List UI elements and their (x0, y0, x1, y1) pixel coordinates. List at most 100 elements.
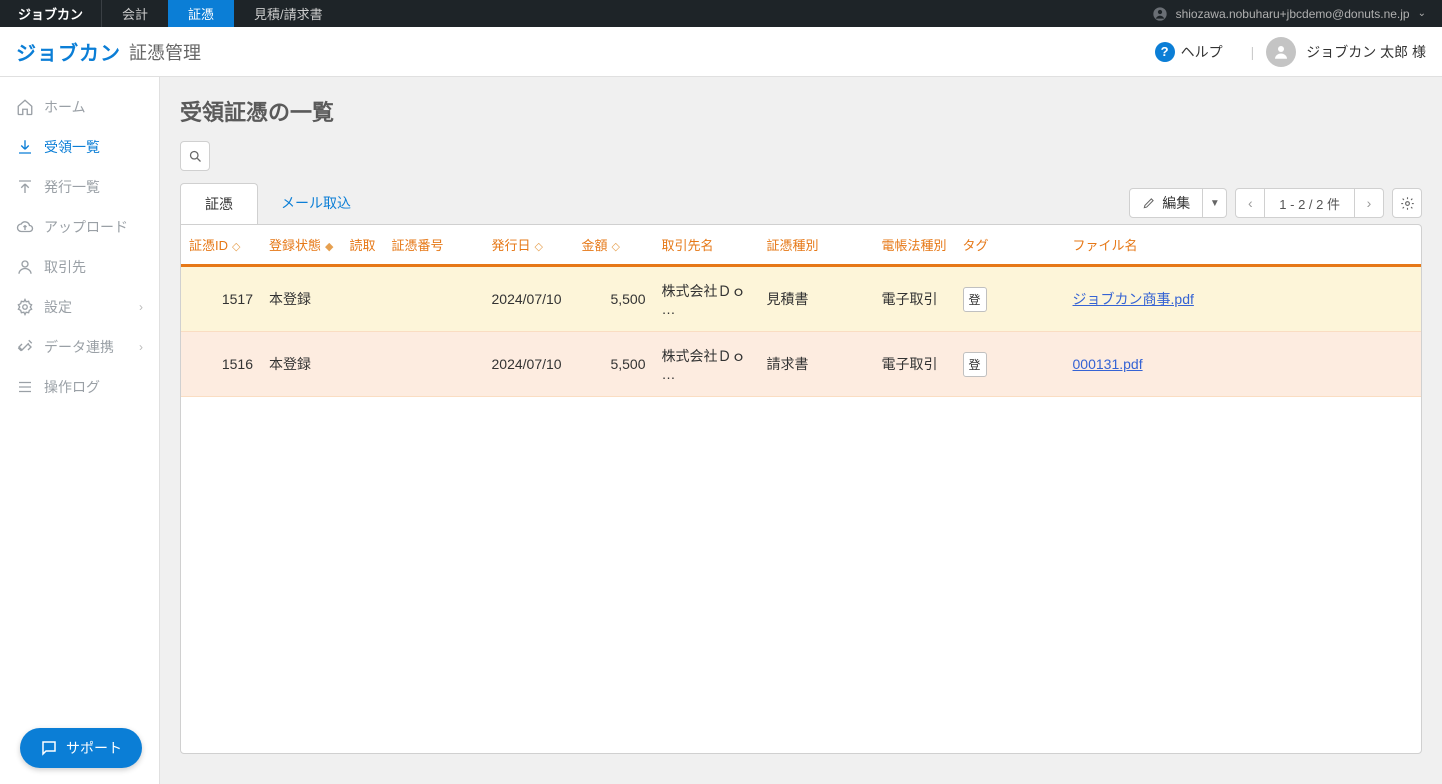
sidebar-item-label: 受領一覧 (44, 137, 100, 157)
link-icon (16, 338, 34, 356)
table-settings-button[interactable] (1392, 188, 1422, 218)
cell-amount: 5,500 (574, 266, 654, 332)
header-subtitle: 証憑管理 (129, 39, 201, 65)
person-icon (1272, 43, 1290, 61)
th-issue-date[interactable]: 発行日◇ (484, 225, 574, 266)
sidebar-item-received[interactable]: 受領一覧 (0, 127, 159, 167)
edit-dropdown[interactable]: ▼ (1203, 188, 1227, 218)
chevron-right-icon: › (139, 300, 143, 314)
tag-badge[interactable]: 登 (963, 352, 987, 377)
caret-down-icon: ▼ (1210, 198, 1220, 209)
file-link[interactable]: 000131.pdf (1073, 356, 1143, 372)
cell-number (384, 266, 484, 332)
sidebar: ホーム 受領一覧 発行一覧 アップロード 取引先 設定 › データ連携 › (0, 77, 160, 784)
th-law[interactable]: 電帳法種別 (874, 225, 955, 266)
sort-icon: ◇ (232, 241, 240, 253)
cloud-icon (16, 218, 34, 236)
cell-id: 1517 (181, 266, 261, 332)
pager: ‹ 1 - 2 / 2 件 › (1235, 188, 1384, 218)
cell-amount: 5,500 (574, 332, 654, 397)
table-row[interactable]: 1517 本登録 2024/07/10 5,500 株式会社Ｄｏ … 見積書 電… (181, 266, 1421, 332)
cell-partner: 株式会社Ｄｏ … (654, 266, 759, 332)
sidebar-item-data-link[interactable]: データ連携 › (0, 327, 159, 367)
evidence-table: 証憑ID◇ 登録状態◆ 読取 証憑番号 発行日◇ 金額◇ 取引先名 証憑種別 電… (181, 225, 1421, 397)
sidebar-item-label: 発行一覧 (44, 177, 100, 197)
help-label: ヘルプ (1181, 42, 1223, 62)
user-circle-icon (1152, 6, 1168, 22)
help-link[interactable]: ? ヘルプ (1155, 42, 1223, 62)
edit-label: 編集 (1162, 193, 1190, 213)
topbar-tab-evidence[interactable]: 証憑 (168, 0, 234, 27)
th-read[interactable]: 読取 (341, 225, 383, 266)
support-button[interactable]: サポート (20, 728, 142, 768)
table-container: 証憑ID◇ 登録状態◆ 読取 証憑番号 発行日◇ 金額◇ 取引先名 証憑種別 電… (180, 224, 1422, 754)
edit-button[interactable]: 編集 (1129, 188, 1203, 218)
tabs: 証憑 メール取込 (180, 183, 374, 224)
chevron-right-icon: › (139, 340, 143, 354)
th-status[interactable]: 登録状態◆ (261, 225, 341, 266)
th-amount[interactable]: 金額◇ (574, 225, 654, 266)
topbar-tab-accounting[interactable]: 会計 (102, 0, 168, 27)
th-tag[interactable]: タグ (955, 225, 1065, 266)
sidebar-item-home[interactable]: ホーム (0, 87, 159, 127)
pager-prev[interactable]: ‹ (1236, 189, 1264, 217)
file-link[interactable]: ジョブカン商事.pdf (1073, 291, 1194, 307)
sidebar-item-issued[interactable]: 発行一覧 (0, 167, 159, 207)
sidebar-item-label: 取引先 (44, 257, 86, 277)
cell-partner: 株式会社Ｄｏ … (654, 332, 759, 397)
header-user-name: ジョブカン 太郎 様 (1306, 42, 1426, 62)
th-type[interactable]: 証憑種別 (759, 225, 874, 266)
table-row[interactable]: 1516 本登録 2024/07/10 5,500 株式会社Ｄｏ … 請求書 電… (181, 332, 1421, 397)
avatar (1266, 37, 1296, 67)
tab-mail-import[interactable]: メール取込 (257, 183, 375, 224)
sidebar-item-settings[interactable]: 設定 › (0, 287, 159, 327)
cell-date: 2024/07/10 (484, 332, 574, 397)
sidebar-item-partners[interactable]: 取引先 (0, 247, 159, 287)
cell-law: 電子取引 (874, 332, 955, 397)
cell-status: 本登録 (261, 332, 341, 397)
sort-icon: ◆ (325, 241, 333, 253)
gear-icon (1400, 196, 1415, 211)
th-partner[interactable]: 取引先名 (654, 225, 759, 266)
th-file[interactable]: ファイル名 (1065, 225, 1421, 266)
help-icon: ? (1155, 42, 1175, 62)
list-icon (16, 378, 34, 396)
cell-file: ジョブカン商事.pdf (1065, 266, 1421, 332)
cell-number (384, 332, 484, 397)
cell-status: 本登録 (261, 266, 341, 332)
cell-id: 1516 (181, 332, 261, 397)
pager-next[interactable]: › (1355, 189, 1383, 217)
chevron-right-icon: › (1367, 195, 1372, 211)
sort-icon: ◇ (535, 241, 543, 253)
sidebar-item-log[interactable]: 操作ログ (0, 367, 159, 407)
upload-icon (16, 178, 34, 196)
th-number[interactable]: 証憑番号 (384, 225, 484, 266)
topbar-tab-invoice[interactable]: 見積/請求書 (234, 0, 343, 27)
cell-type: 見積書 (759, 266, 874, 332)
th-id[interactable]: 証憑ID◇ (181, 225, 261, 266)
cell-date: 2024/07/10 (484, 266, 574, 332)
person-icon (16, 258, 34, 276)
sidebar-item-label: ホーム (44, 97, 86, 117)
support-label: サポート (66, 738, 122, 758)
pencil-icon (1142, 196, 1156, 210)
tag-badge[interactable]: 登 (963, 287, 987, 312)
gear-icon (16, 298, 34, 316)
cell-tag: 登 (955, 332, 1065, 397)
chat-icon (40, 739, 58, 757)
cell-tag: 登 (955, 266, 1065, 332)
cell-file: 000131.pdf (1065, 332, 1421, 397)
sidebar-item-label: アップロード (44, 217, 128, 237)
header-user[interactable]: ジョブカン 太郎 様 (1266, 37, 1426, 67)
cell-read (341, 266, 383, 332)
sort-icon: ◇ (612, 241, 620, 253)
header-logo[interactable]: ジョブカン (16, 37, 121, 66)
search-button[interactable] (180, 141, 210, 171)
chevron-left-icon: ‹ (1248, 195, 1253, 211)
content: 受領証憑の一覧 証憑 メール取込 編集 ▼ ‹ 1 - 2 / 2 件 (160, 77, 1442, 784)
sidebar-item-upload[interactable]: アップロード (0, 207, 159, 247)
header: ジョブカン 証憑管理 ? ヘルプ | ジョブカン 太郎 様 (0, 27, 1442, 77)
topbar-brand[interactable]: ジョブカン (0, 0, 102, 27)
tab-evidence[interactable]: 証憑 (180, 183, 258, 224)
topbar-user-menu[interactable]: shiozawa.nobuharu+jbcdemo@donuts.ne.jp ⌄ (1136, 6, 1442, 22)
